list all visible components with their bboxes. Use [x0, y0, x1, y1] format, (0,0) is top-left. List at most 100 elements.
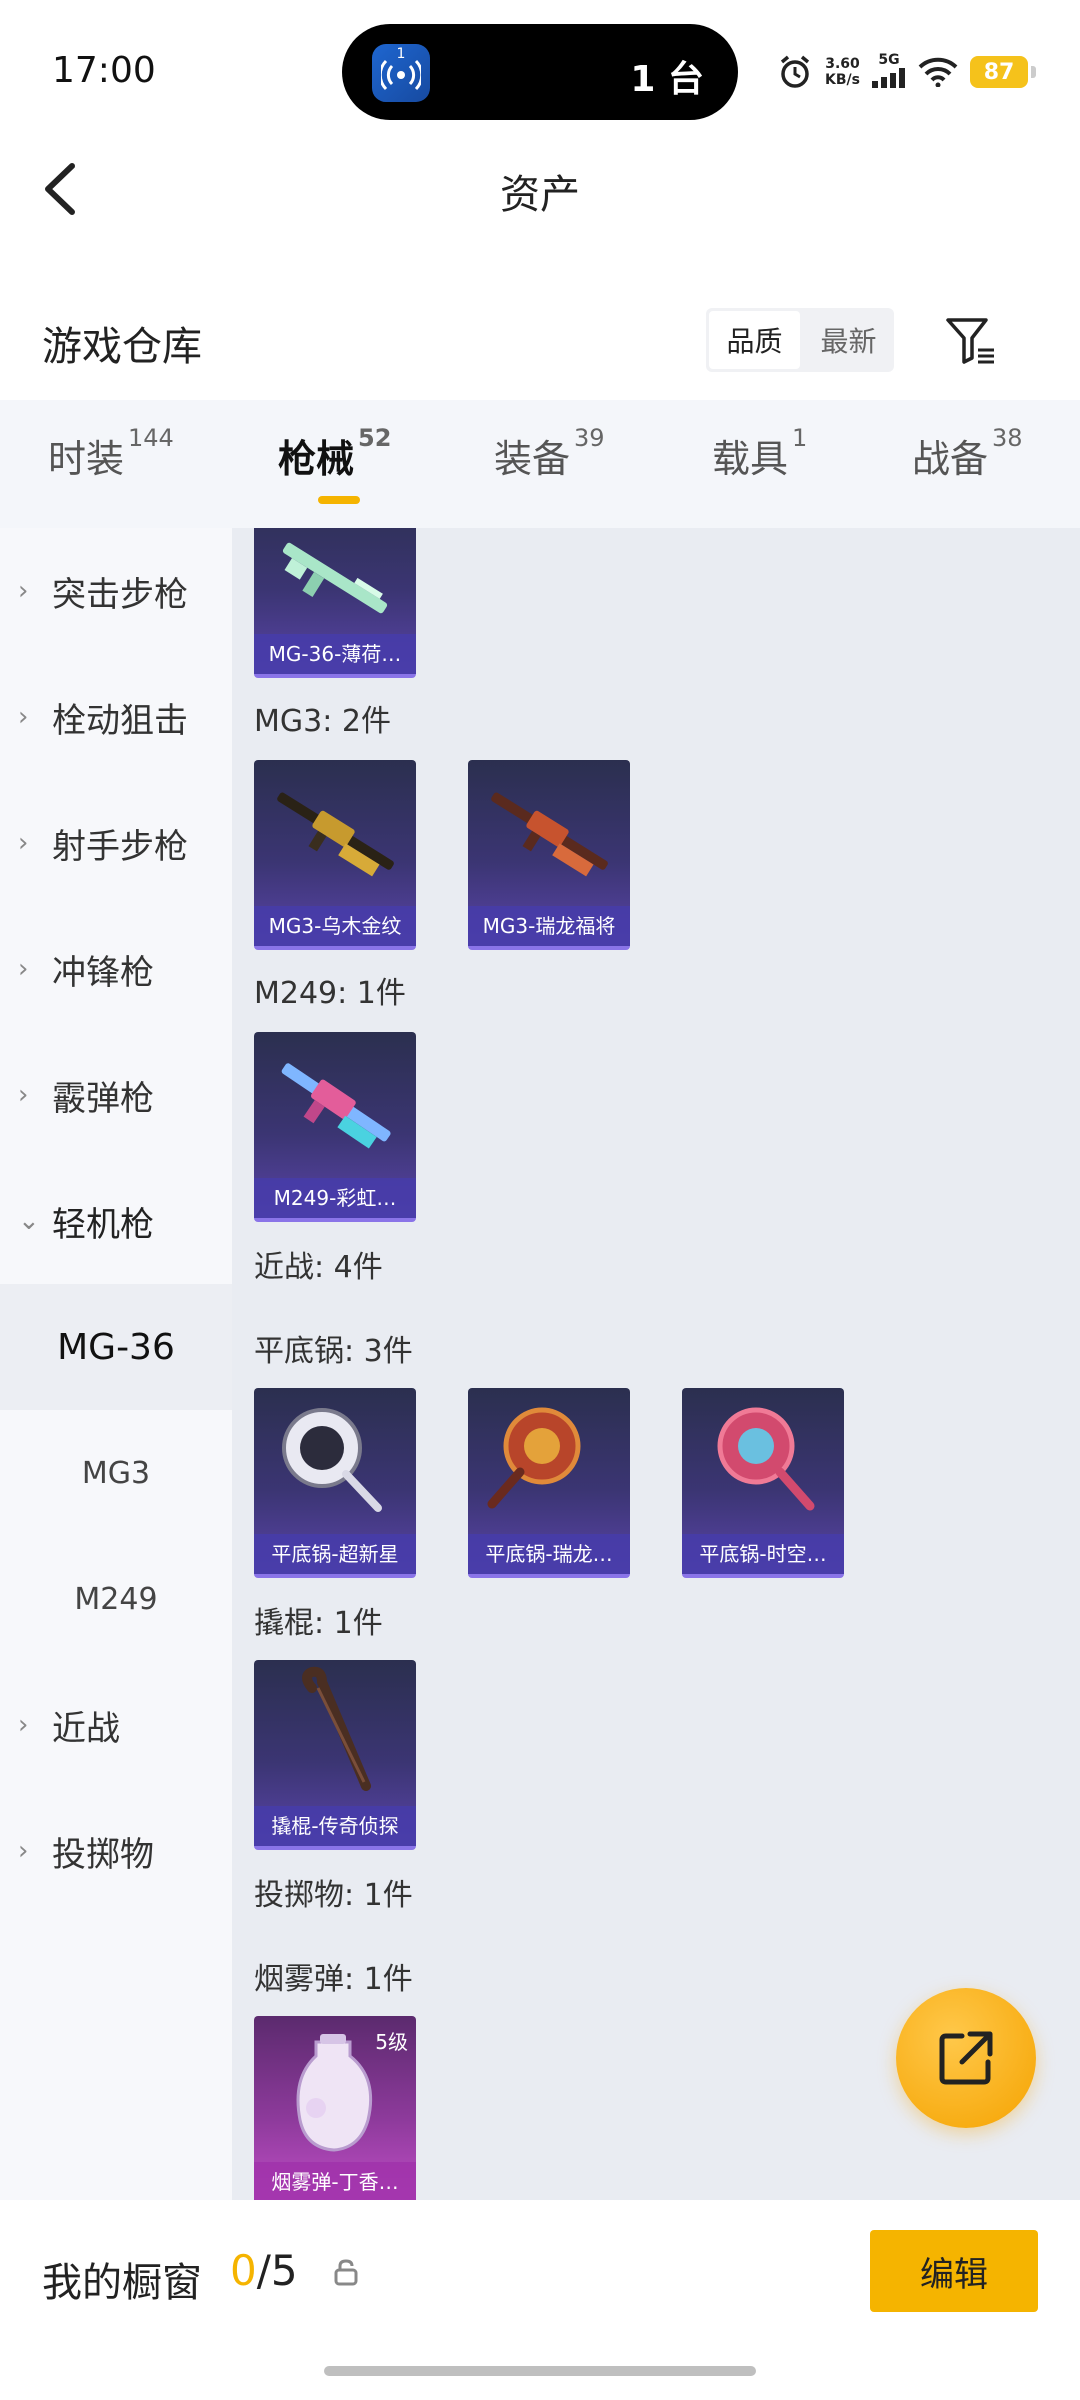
item-name: MG3-瑞龙福将: [468, 906, 630, 946]
item-name: MG-36-薄荷…: [254, 634, 416, 674]
sidebar-item-marksman-rifle[interactable]: › 射手步枪: [0, 780, 232, 906]
sidebar-item-label: 霰弹枪: [52, 1078, 154, 1119]
tab-count: 38: [992, 424, 1023, 452]
item-name: M249-彩虹…: [254, 1178, 416, 1218]
tab-equipment[interactable]: 装备 39: [494, 424, 605, 483]
sidebar-subitem-mg36[interactable]: MG-36: [0, 1284, 232, 1410]
status-icons: 3.60 KB/s 5G 87: [777, 50, 1036, 94]
sidebar-item-melee[interactable]: › 近战: [0, 1662, 232, 1788]
tab-count: 39: [574, 424, 605, 452]
sidebar-item-label: 射手步枪: [52, 826, 188, 867]
item-card[interactable]: 平底锅-瑞龙…: [468, 1388, 630, 1578]
item-card[interactable]: 5级 烟雾弹-丁香…: [254, 2016, 416, 2200]
item-card[interactable]: MG-36-薄荷…: [254, 528, 416, 678]
frying-pan-icon: [282, 1408, 382, 1512]
sort-quality-button[interactable]: 品质: [709, 311, 800, 369]
item-card[interactable]: 撬棍-传奇侦探: [254, 1660, 416, 1850]
item-card[interactable]: MG3-乌木金纹: [254, 760, 416, 950]
showcase-bar: 我的橱窗 0/5 编辑: [0, 2200, 1080, 2350]
mg36-rifle-icon: [282, 542, 388, 614]
sidebar-item-bolt-sniper[interactable]: › 栓动狙击: [0, 654, 232, 780]
smoke-grenade-icon: [296, 2034, 373, 2152]
chevron-right-icon: ›: [18, 954, 29, 984]
sidebar-item-smg[interactable]: › 冲锋枪: [0, 906, 232, 1032]
chevron-right-icon: ›: [18, 1836, 29, 1866]
group-label: 投掷物: 1件: [254, 1878, 413, 1913]
chevron-right-icon: ›: [18, 576, 29, 606]
crowbar-icon: [302, 1666, 371, 1791]
active-tab-indicator: [318, 496, 360, 504]
showcase-label: 我的橱窗: [42, 2260, 202, 2306]
sidebar-item-label: 突击步枪: [52, 574, 188, 615]
tab-count: 52: [358, 424, 392, 452]
sidebar-item-assault-rifle[interactable]: › 突击步枪: [0, 528, 232, 654]
tab-firearms[interactable]: 枪械 52: [278, 424, 391, 483]
tab-label: 战备: [912, 437, 989, 481]
sidebar-item-label: 近战: [52, 1708, 120, 1749]
item-card[interactable]: MG3-瑞龙福将: [468, 760, 630, 950]
item-name: 平底锅-瑞龙…: [468, 1534, 630, 1574]
group-label: 撬棍: 1件: [254, 1606, 383, 1641]
item-card[interactable]: 平底锅-时空…: [682, 1388, 844, 1578]
sort-toggle[interactable]: 品质 最新: [706, 308, 894, 372]
net-speed-unit: KB/s: [825, 72, 860, 88]
item-name: MG3-乌木金纹: [254, 906, 416, 946]
page-title: 资产: [500, 172, 580, 218]
showcase-current: 0: [230, 2246, 257, 2295]
chevron-right-icon: ›: [18, 828, 29, 858]
nav-bar: 资产: [0, 140, 1080, 240]
sidebar-item-label: 栓动狙击: [52, 700, 188, 741]
island-count: 1 台: [630, 59, 704, 100]
filter-button[interactable]: [942, 312, 998, 368]
sort-latest-button[interactable]: 最新: [803, 308, 894, 372]
net-speed-value: 3.60: [825, 56, 860, 72]
sidebar: › 突击步枪 › 栓动狙击 › 射手步枪 › 冲锋枪 › 霰弹枪 ⌄ 轻机枪 MG-36 M…: [0, 528, 232, 2200]
sidebar-item-shotgun[interactable]: › 霰弹枪: [0, 1032, 232, 1158]
frying-pan-icon: [487, 1407, 581, 1509]
tab-label: 时装: [48, 437, 125, 481]
battery-icon: 87: [970, 56, 1036, 88]
tab-count: 144: [128, 424, 174, 452]
section-header: 游戏仓库 品质 最新: [0, 290, 1080, 390]
item-name: 撬棍-传奇侦探: [254, 1806, 416, 1846]
status-time: 17:00: [52, 50, 156, 91]
tab-count: 1: [792, 424, 808, 452]
net-speed: 3.60 KB/s: [825, 56, 860, 88]
m249-gun-icon: [281, 1063, 391, 1149]
category-tabs: 时装 144 枪械 52 装备 39 载具 1 战备 38: [0, 400, 1080, 528]
tab-fashion[interactable]: 时装 144: [48, 424, 174, 483]
group-label: 平底锅: 3件: [254, 1334, 413, 1369]
item-card[interactable]: 平底锅-超新星: [254, 1388, 416, 1578]
signal-icon: 5G: [872, 52, 906, 92]
lock-icon: [334, 2259, 358, 2286]
wifi-icon: [918, 57, 958, 87]
item-name: 平底锅-时空…: [682, 1534, 844, 1574]
tab-label: 载具: [712, 437, 789, 481]
showcase-count: 0/5: [230, 2246, 298, 2295]
alarm-icon: [780, 55, 810, 88]
sidebar-item-throwables[interactable]: › 投掷物: [0, 1788, 232, 1914]
dynamic-island[interactable]: 1 1 台: [342, 24, 738, 120]
tab-label: 装备: [494, 437, 571, 481]
home-indicator[interactable]: [324, 2366, 756, 2376]
share-external-icon: [939, 2031, 993, 2085]
group-label: 近战: 4件: [254, 1250, 383, 1285]
group-label: M249: 1件: [254, 976, 406, 1011]
tab-vehicles[interactable]: 载具 1: [712, 424, 807, 483]
tab-combat-supplies[interactable]: 战备 38: [912, 424, 1023, 483]
sidebar-item-label: 冲锋枪: [52, 952, 154, 993]
item-card[interactable]: M249-彩虹…: [254, 1032, 416, 1222]
edit-button[interactable]: 编辑: [870, 2230, 1038, 2312]
sidebar-item-lmg[interactable]: ⌄ 轻机枪: [0, 1158, 232, 1284]
group-label: MG3: 2件: [254, 704, 391, 739]
mg3-gun-icon: [491, 792, 608, 877]
tab-label: 枪械: [278, 437, 355, 481]
share-button[interactable]: [896, 1988, 1036, 2128]
showcase-total: /5: [256, 2246, 298, 2295]
sidebar-item-label: 投掷物: [52, 1834, 154, 1875]
frying-pan-icon: [717, 1407, 815, 1511]
chevron-right-icon: ›: [18, 1710, 29, 1740]
sidebar-subitem-mg3[interactable]: MG3: [0, 1410, 232, 1536]
sidebar-subitem-m249[interactable]: M249: [0, 1536, 232, 1662]
section-title: 游戏仓库: [42, 324, 202, 370]
